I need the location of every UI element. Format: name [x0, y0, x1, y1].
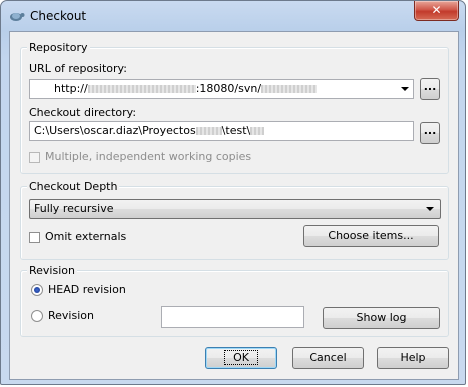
- omit-externals-checkbox[interactable]: [29, 232, 40, 243]
- window-title: Checkout: [30, 9, 87, 23]
- redacted-folder: [195, 127, 222, 135]
- repository-group-title: Repository: [27, 41, 90, 54]
- revision-group-title: Revision: [27, 264, 77, 277]
- tortoise-icon: [10, 13, 25, 21]
- revision-radio[interactable]: [31, 310, 43, 322]
- redacted-host: [87, 85, 196, 93]
- title-bar[interactable]: Checkout ✕: [1, 1, 465, 31]
- revision-group: Revision HEAD revision Revision Show log: [20, 264, 449, 337]
- checkout-dir-input[interactable]: C:\Users\oscar.diaz\Proyectos \test\: [29, 121, 414, 141]
- omit-externals-label: Omit externals: [45, 230, 127, 243]
- repository-group: Repository URL of repository: http:// :18…: [20, 41, 449, 174]
- head-revision-radio[interactable]: [31, 284, 43, 296]
- depth-selected: Fully recursive: [34, 202, 114, 215]
- show-log-button[interactable]: Show log: [323, 307, 440, 329]
- head-revision-label: HEAD revision: [48, 283, 126, 296]
- depth-select[interactable]: Fully recursive: [29, 199, 441, 219]
- url-middle: :18080/svn/: [195, 82, 262, 95]
- dialog-body: Repository URL of repository: http:// :18…: [9, 31, 459, 380]
- help-button[interactable]: Help: [377, 347, 449, 369]
- chevron-down-icon[interactable]: [426, 207, 434, 211]
- checkout-depth-title: Checkout Depth: [27, 180, 120, 193]
- multiple-copies-checkbox[interactable]: [29, 152, 40, 163]
- redacted-subfolder: [250, 127, 265, 135]
- redacted-path: [261, 85, 318, 93]
- multiple-copies-label: Multiple, independent working copies: [45, 150, 252, 163]
- browse-dir-button[interactable]: ...: [420, 122, 440, 144]
- url-input[interactable]: http:// :18080/svn/: [29, 79, 414, 99]
- chevron-down-icon[interactable]: [401, 87, 409, 91]
- browse-url-button[interactable]: ...: [420, 78, 440, 100]
- checkout-dir-label: Checkout directory:: [29, 106, 137, 119]
- revision-input[interactable]: [161, 306, 304, 328]
- choose-items-button[interactable]: Choose items...: [303, 225, 439, 247]
- url-prefix: http://: [54, 82, 88, 95]
- checkout-depth-group: Checkout Depth Fully recursive Omit exte…: [20, 180, 449, 260]
- cancel-button[interactable]: Cancel: [292, 347, 364, 369]
- checkout-dialog: Checkout ✕ Repository URL of repository:…: [0, 0, 466, 385]
- dir-prefix: C:\Users\oscar.diaz\Proyectos: [34, 124, 196, 137]
- close-icon[interactable]: ✕: [414, 1, 459, 21]
- ok-button[interactable]: OK: [205, 347, 277, 369]
- revision-label: Revision: [48, 309, 94, 322]
- url-label: URL of repository:: [29, 62, 127, 75]
- ok-button-label: OK: [224, 350, 258, 365]
- dir-middle: \test\: [221, 124, 251, 137]
